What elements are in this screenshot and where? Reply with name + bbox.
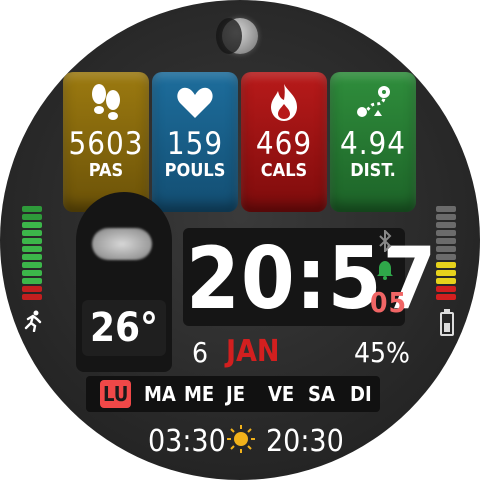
cloud-icon: [92, 228, 152, 260]
battery-gauge-bar: [436, 206, 456, 212]
heart-icon: [177, 87, 213, 118]
distance-value: 4.94: [339, 126, 407, 162]
flame-icon: [271, 84, 297, 121]
battery-gauge-bar: [436, 230, 456, 236]
sun-icon: [227, 425, 255, 453]
calories-value: 469: [255, 126, 313, 162]
activity-gauge-bar: [22, 206, 42, 212]
weekday-sat: SA: [308, 382, 335, 406]
moon-phase-icon: [216, 18, 258, 54]
battery-gauge-bar: [436, 262, 456, 268]
steps-value: 5603: [68, 126, 144, 162]
pulse-value: 159: [166, 126, 224, 162]
activity-gauge-bar: [22, 214, 42, 220]
steps-label: PAS: [88, 160, 124, 181]
running-icon: [24, 310, 42, 332]
battery-gauge-bar: [436, 254, 456, 260]
activity-gauge-bar: [22, 230, 42, 236]
steps-tile[interactable]: 5603 PAS: [63, 72, 149, 212]
activity-gauge-bar: [22, 286, 42, 292]
activity-gauge-bar: [22, 254, 42, 260]
date-month: JAN: [226, 334, 280, 369]
calories-label: CALS: [260, 160, 308, 181]
weekday-sun: DI: [350, 382, 372, 406]
footprints-icon: [92, 84, 120, 120]
sunset-time: 20:30: [266, 424, 344, 459]
date-day: 6: [192, 336, 209, 369]
activity-gauge-bar: [22, 238, 42, 244]
distance-label: DIST.: [350, 160, 396, 181]
weekday-tue: MA: [144, 382, 176, 406]
battery-gauge-bar: [436, 294, 456, 300]
battery-gauge-bar: [436, 278, 456, 284]
time-hm: 20:57: [186, 229, 438, 329]
sunrise-time: 03:30: [148, 424, 226, 459]
weekday-thu: JE: [226, 382, 245, 406]
weekday-mon: LU: [100, 380, 132, 408]
pulse-label: POULS: [164, 160, 226, 181]
battery-gauge-bar: [436, 214, 456, 220]
activity-gauge-bar: [22, 222, 42, 228]
route-icon: [357, 86, 390, 117]
bell-icon: [377, 261, 393, 280]
battery-gauge-bar: [436, 238, 456, 244]
weekday-wed: ME: [184, 382, 215, 406]
battery-gauge-bar: [436, 222, 456, 228]
battery-percent: 45%: [354, 336, 410, 369]
activity-gauge-bar: [22, 262, 42, 268]
calories-tile[interactable]: 469 CALS: [241, 72, 327, 212]
temperature: 26°: [82, 300, 166, 356]
activity-gauge-bar: [22, 246, 42, 252]
bluetooth-icon: [379, 230, 392, 252]
distance-tile[interactable]: 4.94 DIST.: [330, 72, 416, 212]
pulse-tile[interactable]: 159 POULS: [152, 72, 238, 212]
battery-gauge-bar: [436, 246, 456, 252]
weekday-fri: VE: [268, 382, 295, 406]
seconds: 05: [370, 286, 408, 319]
activity-gauge-bar: [22, 278, 42, 284]
battery-icon: [440, 309, 454, 336]
activity-gauge-bar: [22, 294, 42, 300]
battery-gauge-bar: [436, 286, 456, 292]
activity-gauge-bar: [22, 270, 42, 276]
watch-face: 5603 PAS 159 POULS 469 CALS 4.94 DIST. 2…: [0, 0, 480, 480]
battery-gauge-bar: [436, 270, 456, 276]
